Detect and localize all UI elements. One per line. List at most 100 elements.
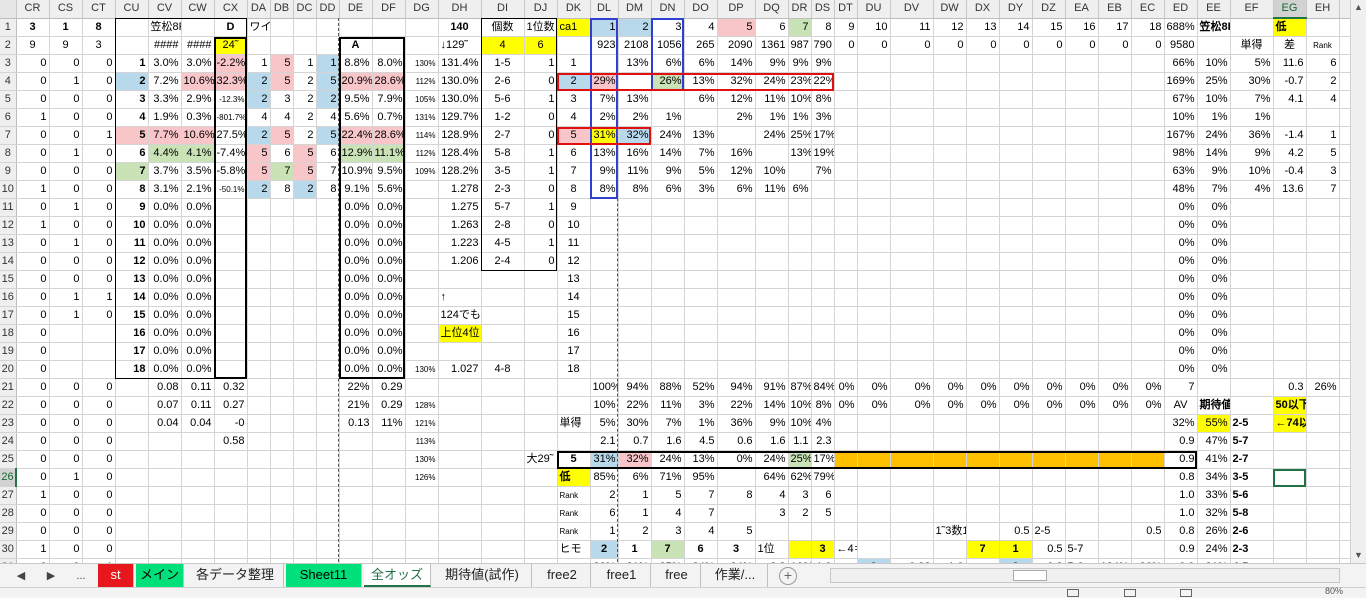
cell[interactable]: [933, 108, 967, 127]
cell[interactable]: 25%: [1197, 72, 1231, 91]
cell[interactable]: [811, 324, 835, 343]
cell[interactable]: [788, 342, 812, 361]
cell[interactable]: 1: [590, 18, 619, 37]
cell[interactable]: [247, 270, 271, 289]
cell[interactable]: 18: [557, 360, 591, 379]
cell[interactable]: 24%: [755, 72, 789, 91]
cell[interactable]: 27.5%: [214, 126, 248, 145]
cell[interactable]: 32%: [1164, 414, 1198, 433]
cell[interactable]: [834, 432, 858, 451]
cell[interactable]: 9: [16, 36, 50, 55]
cell[interactable]: 7: [684, 504, 718, 523]
cell[interactable]: 0: [999, 36, 1033, 55]
cell[interactable]: [684, 360, 718, 379]
column-header[interactable]: DW: [933, 0, 967, 19]
cell[interactable]: 25%: [788, 450, 812, 469]
cell[interactable]: [834, 90, 858, 109]
cell[interactable]: [966, 252, 1000, 271]
cell[interactable]: 6: [115, 144, 149, 163]
cell[interactable]: [717, 324, 756, 343]
add-sheet-icon[interactable]: +: [779, 567, 797, 585]
cell[interactable]: [857, 72, 891, 91]
cell[interactable]: [966, 504, 1000, 523]
cell[interactable]: 2-7: [1230, 450, 1274, 469]
cell[interactable]: 8: [115, 180, 149, 199]
cell[interactable]: [1306, 468, 1340, 487]
cell[interactable]: [811, 180, 835, 199]
cell[interactable]: 1: [49, 234, 83, 253]
cell[interactable]: [247, 450, 271, 469]
cell[interactable]: [405, 378, 439, 397]
cell[interactable]: [1306, 450, 1340, 469]
cell[interactable]: 130%: [405, 360, 439, 379]
cell[interactable]: 0%: [1065, 396, 1099, 415]
cell[interactable]: 64%: [755, 468, 789, 487]
cell-table[interactable]: CR CS CT CU CV CW CX DA DB DC DD DE DF DG DH DI DJ DK DL DM…: [0, 0, 1350, 563]
cell[interactable]: [834, 342, 858, 361]
cell[interactable]: 128.2%: [438, 162, 482, 181]
row-header[interactable]: 29: [0, 522, 17, 541]
cell[interactable]: [1230, 378, 1274, 397]
cell[interactable]: 2-6: [481, 72, 525, 91]
column-header[interactable]: EE: [1197, 0, 1231, 19]
cell[interactable]: 3.1%: [148, 180, 182, 199]
cell[interactable]: 109%: [405, 162, 439, 181]
cell[interactable]: [933, 288, 967, 307]
cell[interactable]: [481, 486, 525, 505]
cell[interactable]: 12.9%: [339, 144, 373, 163]
cell[interactable]: 32%: [618, 450, 652, 469]
cell[interactable]: [293, 360, 317, 379]
cell[interactable]: 0%: [1197, 252, 1231, 271]
cell[interactable]: 3-5: [481, 162, 525, 181]
cell[interactable]: [857, 324, 891, 343]
cell[interactable]: [834, 270, 858, 289]
cell[interactable]: 1%: [684, 414, 718, 433]
cell[interactable]: 6%: [788, 180, 812, 199]
cell[interactable]: [890, 288, 934, 307]
cell[interactable]: [1032, 468, 1066, 487]
cell[interactable]: [247, 540, 271, 559]
cell[interactable]: [293, 468, 317, 487]
cell[interactable]: 0.04: [148, 414, 182, 433]
cell[interactable]: [811, 288, 835, 307]
cell[interactable]: [316, 324, 340, 343]
cell[interactable]: 5: [557, 126, 591, 145]
cell[interactable]: 7%: [684, 144, 718, 163]
cell[interactable]: 55%: [1197, 414, 1231, 433]
cell[interactable]: [1065, 180, 1099, 199]
cell[interactable]: 91%: [755, 378, 789, 397]
cell[interactable]: [1273, 450, 1307, 469]
cell[interactable]: [788, 324, 812, 343]
cell[interactable]: 4: [557, 108, 591, 127]
cell[interactable]: 84%: [811, 378, 835, 397]
cell[interactable]: [811, 270, 835, 289]
cell[interactable]: [966, 360, 1000, 379]
cell[interactable]: [651, 288, 685, 307]
cell[interactable]: 24%: [755, 126, 789, 145]
cell[interactable]: [1065, 270, 1099, 289]
cell[interactable]: [684, 216, 718, 235]
cell[interactable]: 1: [1306, 126, 1340, 145]
cell[interactable]: 1: [524, 234, 558, 253]
cell[interactable]: [1273, 198, 1307, 217]
cell[interactable]: [890, 450, 934, 469]
cell[interactable]: 790: [811, 36, 835, 55]
cell[interactable]: 6: [811, 486, 835, 505]
cell[interactable]: 1.206: [438, 252, 482, 271]
sheet-tab[interactable]: st: [98, 564, 134, 587]
cell[interactable]: 0.0%: [181, 324, 215, 343]
cell[interactable]: [966, 486, 1000, 505]
cell[interactable]: [788, 306, 812, 325]
cell[interactable]: [966, 216, 1000, 235]
cell[interactable]: 0: [49, 396, 83, 415]
cell[interactable]: [1131, 234, 1165, 253]
cell[interactable]: [1339, 342, 1350, 361]
cell[interactable]: 0%: [1197, 234, 1231, 253]
cell[interactable]: [811, 522, 835, 541]
cell[interactable]: [1273, 108, 1307, 127]
cell[interactable]: [1131, 306, 1165, 325]
cell[interactable]: [834, 54, 858, 73]
cell[interactable]: 10%: [788, 414, 812, 433]
cell[interactable]: 8: [270, 180, 294, 199]
column-header[interactable]: DS: [811, 0, 835, 19]
